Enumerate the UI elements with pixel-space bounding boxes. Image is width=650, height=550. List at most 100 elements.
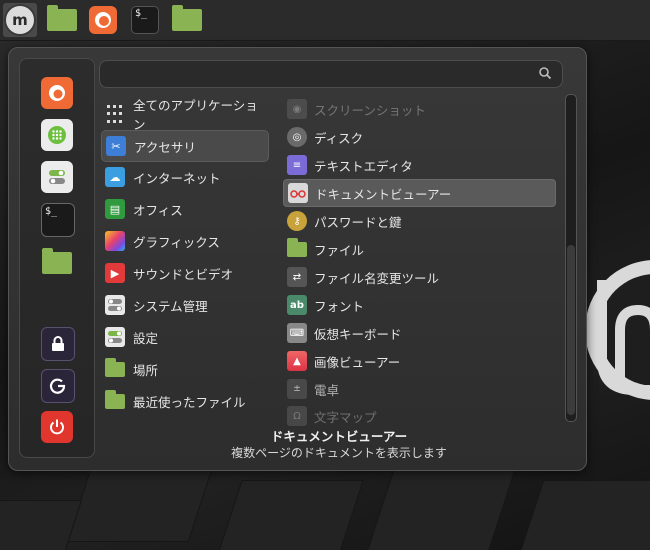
app-list-scrollbar[interactable] [565,94,577,422]
app-text-editor[interactable]: ≡ テキストエディタ [283,152,554,178]
app-bulk-rename[interactable]: ⇄ ファイル名変更ツール [283,264,554,290]
favorites-sidebar: $_ [19,58,95,458]
app-label: ファイル名変更ツール [314,270,440,286]
app-label: パスワードと鍵 [314,214,402,230]
power-icon [50,419,64,435]
category-label: 設定 [133,330,159,346]
scrollbar-thumb[interactable] [567,245,575,415]
app-disks[interactable]: ◎ ディスク [283,124,554,150]
office-icon: ▤ [105,199,125,219]
panel-firefox-launcher[interactable] [86,3,120,37]
menu-button[interactable]: m [3,3,37,37]
app-label: ディスク [314,130,364,146]
app-label: 仮想キーボード [314,326,402,342]
text-editor-icon: ≡ [287,155,307,175]
terminal-icon: $_ [131,6,159,34]
folder-icon [42,248,72,274]
terminal-icon: $_ [45,206,58,217]
mint-logo-watermark [585,260,650,400]
app-screenshot[interactable]: ◉ スクリーンショット [283,96,554,122]
firefox-icon [89,6,117,34]
search-input[interactable] [106,64,530,84]
image-icon: ▲ [287,351,307,371]
toggles-icon [49,170,65,184]
app-label: スクリーンショット [314,102,426,118]
app-calculator[interactable]: ± 電卓 [283,376,554,402]
settings-toggle-icon [105,327,125,347]
category-places[interactable]: 場所 [101,354,267,384]
category-label: 場所 [133,362,159,378]
category-recent-files[interactable]: 最近使ったファイル [101,386,267,416]
category-graphics[interactable]: グラフィックス [101,226,267,256]
app-files[interactable]: ファイル [283,236,554,262]
category-internet[interactable]: ☁ インターネット [101,162,267,192]
category-all-applications[interactable]: 全てのアプリケーション [101,98,267,132]
category-label: 最近使ったファイル [133,394,246,410]
panel-folder-launcher[interactable] [45,3,79,37]
sidebar-lock-button[interactable] [41,327,75,361]
disk-icon: ◎ [287,127,307,147]
play-icon: ▶ [105,263,125,283]
app-onscreen-keyboard[interactable]: ⌨ 仮想キーボード [283,320,554,346]
keyboard-icon: ⌨ [287,323,307,343]
folder-icon [105,357,125,379]
app-fonts[interactable]: ab フォント [283,292,554,318]
grid-icon [105,104,125,124]
category-label: オフィス [133,202,183,218]
selected-app-title: ドキュメントビューアー [270,429,408,444]
category-office[interactable]: ▤ オフィス [101,194,267,224]
font-icon: ab [287,295,307,315]
category-settings[interactable]: 設定 [101,322,267,352]
app-grid-icon [48,126,66,144]
category-label: サウンドとビデオ [133,266,234,282]
logout-icon [49,378,66,394]
lock-icon [52,336,64,351]
graphics-icon [105,231,125,251]
app-document-viewer[interactable]: ドキュメントビューアー [283,179,556,207]
firefox-icon [49,85,65,101]
sidebar-files-button[interactable] [41,247,73,279]
sidebar-logout-button[interactable] [41,369,75,403]
recent-folder-icon [105,389,125,411]
app-label: ドキュメントビューアー [315,186,452,202]
scissors-icon: ✂ [106,136,126,156]
toggles-icon [105,295,125,315]
application-menu: $_ 全てのアプリケーション ✂ アクセサリ ☁ インターネット ▤ オフィス … [8,47,587,471]
panel-folder-launcher-2[interactable] [170,3,204,37]
key-icon: ⚷ [287,211,307,231]
calculator-icon: ± [287,379,307,399]
top-panel: m $_ [0,0,650,41]
app-image-viewer[interactable]: ▲ 画像ビューアー [283,348,554,374]
glasses-icon [288,183,308,203]
selected-app-description: 複数ページのドキュメントを表示します [231,446,447,460]
category-label: アクセサリ [134,139,196,155]
camera-icon: ◉ [287,99,307,119]
charmap-icon: Ω [287,406,307,426]
sidebar-firefox-button[interactable] [41,77,73,109]
app-passwords-keys[interactable]: ⚷ パスワードと鍵 [283,208,554,234]
category-label: インターネット [133,170,221,186]
app-label: 文字マップ [314,409,377,425]
category-label: 全てのアプリケーション [133,98,258,132]
search-field[interactable] [99,60,563,88]
folder-icon [287,237,307,259]
category-accessories[interactable]: ✂ アクセサリ [101,130,269,162]
category-sound-video[interactable]: ▶ サウンドとビデオ [101,258,267,288]
category-label: グラフィックス [133,234,220,250]
sidebar-system-settings-button[interactable] [41,161,73,193]
folder-icon [172,5,202,31]
category-label: システム管理 [133,298,208,314]
menu-icon: m [4,4,36,36]
cloud-icon: ☁ [105,167,125,187]
panel-terminal-launcher[interactable]: $_ [128,3,162,37]
sidebar-software-manager-button[interactable] [41,119,73,151]
folder-icon [47,5,77,31]
category-administration[interactable]: システム管理 [101,290,267,320]
rename-icon: ⇄ [287,267,307,287]
sidebar-power-button[interactable] [41,411,73,443]
sidebar-terminal-button[interactable]: $_ [41,203,75,237]
app-label: 画像ビューアー [314,354,401,370]
app-label: 電卓 [314,382,340,398]
search-icon [539,67,552,80]
app-label: テキストエディタ [314,158,413,174]
